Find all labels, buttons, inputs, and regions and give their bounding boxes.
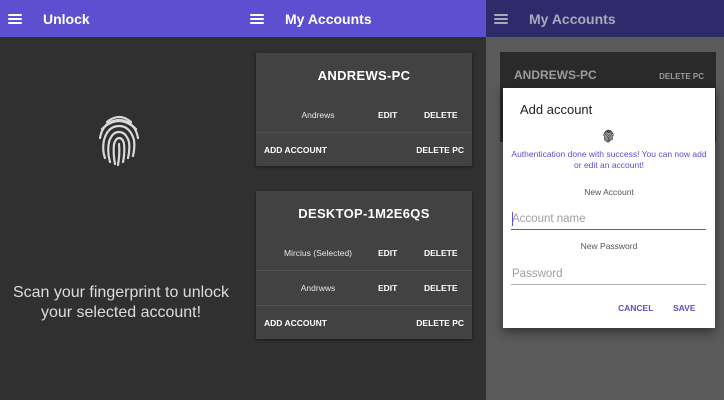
password-input[interactable] <box>511 264 706 285</box>
account-row[interactable]: Andrwws EDIT DELETE <box>256 270 472 305</box>
delete-pc-button[interactable]: DELETE PC <box>416 318 464 328</box>
page-title: Unlock <box>43 10 90 27</box>
app-bar: My Accounts <box>242 0 486 37</box>
add-account-dialog: Add account Authentication done with suc… <box>503 88 715 328</box>
account-name-input[interactable] <box>511 209 706 230</box>
add-account-screen: My Accounts ANDREWS-PC DELETE PC Add acc… <box>486 0 724 400</box>
delete-button[interactable]: DELETE <box>424 283 458 293</box>
delete-pc-button: DELETE PC <box>659 72 704 81</box>
app-bar: Unlock <box>0 0 242 37</box>
account-name: Andrwws <box>300 283 336 293</box>
pc-name: DESKTOP-1M2E6QS <box>298 206 430 221</box>
cancel-button[interactable]: CANCEL <box>618 303 653 313</box>
edit-button[interactable]: EDIT <box>378 248 397 258</box>
edit-button[interactable]: EDIT <box>378 283 397 293</box>
card-footer: ADD ACCOUNT DELETE PC <box>256 305 472 339</box>
dialog-title: Add account <box>520 102 593 117</box>
menu-icon[interactable] <box>8 13 22 24</box>
delete-button[interactable]: DELETE <box>424 248 458 258</box>
pc-name: ANDREWS-PC <box>514 68 597 82</box>
auth-success-message: Authentication done with success! You ca… <box>511 149 707 170</box>
fingerprint-icon[interactable] <box>93 108 145 168</box>
new-account-label: New Account <box>584 187 634 197</box>
pc-name: ANDREWS-PC <box>317 68 411 83</box>
account-row[interactable]: Andrews EDIT DELETE <box>256 98 472 132</box>
menu-icon[interactable] <box>494 13 508 24</box>
card-footer: ADD ACCOUNT DELETE PC <box>256 132 472 166</box>
fingerprint-icon <box>603 129 614 143</box>
unlock-message-line1: Scan your fingerprint to unlock <box>12 284 230 301</box>
pc-card: ANDREWS-PC Andrews EDIT DELETE ADD ACCOU… <box>256 53 472 166</box>
delete-pc-button[interactable]: DELETE PC <box>416 145 464 155</box>
app-bar: My Accounts <box>486 0 724 37</box>
page-title: My Accounts <box>529 10 616 27</box>
add-account-button[interactable]: ADD ACCOUNT <box>264 318 327 328</box>
account-name: Mircius (Selected) <box>283 248 353 258</box>
pc-card: DESKTOP-1M2E6QS Mircius (Selected) EDIT … <box>256 191 472 339</box>
unlock-message-line2: your selected account! <box>40 304 202 321</box>
accounts-screen: My Accounts ANDREWS-PC Andrews EDIT DELE… <box>242 0 486 400</box>
delete-button[interactable]: DELETE <box>424 110 458 120</box>
page-title: My Accounts <box>285 10 372 27</box>
edit-button[interactable]: EDIT <box>378 110 397 120</box>
account-row[interactable]: Mircius (Selected) EDIT DELETE <box>256 236 472 270</box>
account-name: Andrews <box>301 110 335 120</box>
menu-icon[interactable] <box>250 13 264 24</box>
unlock-message: Scan your fingerprint to unlock your sel… <box>0 283 242 323</box>
unlock-screen: Unlock Scan your fingerprint to unlock y… <box>0 0 242 400</box>
save-button[interactable]: SAVE <box>673 303 696 313</box>
add-account-button[interactable]: ADD ACCOUNT <box>264 145 327 155</box>
new-password-label: New Password <box>580 241 638 251</box>
text-cursor <box>512 212 513 226</box>
